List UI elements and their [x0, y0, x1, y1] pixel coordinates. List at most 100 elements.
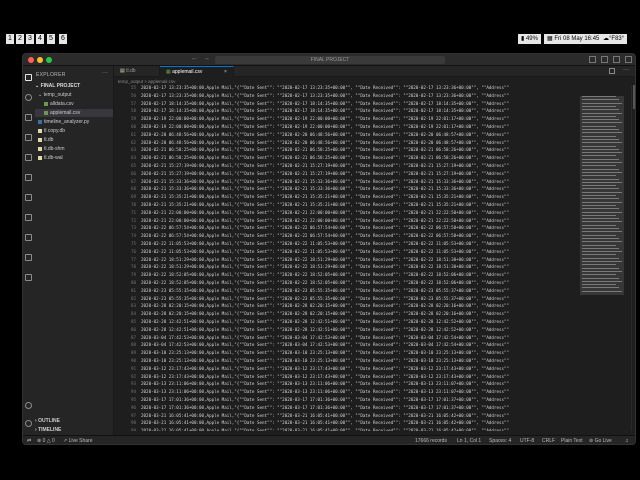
docker-icon[interactable]: [25, 214, 32, 221]
split-editor-icon[interactable]: [609, 68, 615, 74]
editor-line[interactable]: 73 2020-02-22 06:57:54+00:00,Apple Mail,"…: [114, 225, 509, 231]
editor-line[interactable]: 57 2020-02-17 18:14:35+00:00,Apple Mail,"…: [114, 101, 509, 107]
editor-line[interactable]: 56 2020-02-17 13:23:35+00:00,Apple Mail,"…: [114, 93, 509, 99]
cursor-position[interactable]: Ln 1, Col 1: [457, 438, 481, 444]
editor-line[interactable]: 88 2020-03-04 17:42:53+00:00,Apple Mail,"…: [114, 342, 509, 348]
editor-line[interactable]: 61 2020-02-20 06:48:56+00:00,Apple Mail,"…: [114, 132, 509, 138]
database-icon[interactable]: [25, 254, 32, 261]
explorer-icon[interactable]: [25, 74, 32, 81]
editor-line[interactable]: 94 2020-03-13 23:11:06+00:00,Apple Mail,"…: [114, 389, 509, 395]
editor-line[interactable]: 74 2020-02-22 06:57:54+00:00,Apple Mail,"…: [114, 233, 509, 239]
tab-applemail-csv[interactable]: ▦ applemail.csv ×: [160, 66, 234, 77]
close-icon[interactable]: ×: [224, 67, 227, 78]
editor-line[interactable]: 62 2020-02-20 06:48:56+00:00,Apple Mail,"…: [114, 140, 509, 146]
records-count[interactable]: 17666 records: [415, 438, 447, 444]
editor-line[interactable]: 97 2020-03-21 16:05:41+00:00,Apple Mail,"…: [114, 413, 509, 419]
language-mode[interactable]: Plain Text: [561, 438, 583, 444]
maximize-window-button[interactable]: [46, 57, 52, 63]
editor-line[interactable]: 81 2020-02-23 05:55:35+00:00,Apple Mail,"…: [114, 288, 509, 294]
timeline-section[interactable]: › TIMELINE: [35, 427, 61, 433]
more-actions-icon[interactable]: ···: [102, 70, 108, 76]
editor-line[interactable]: 86 2020-02-28 12:42:51+00:00,Apple Mail,"…: [114, 327, 509, 333]
editor-line[interactable]: 65 2020-02-21 15:27:19+00:00,Apple Mail,"…: [114, 163, 509, 169]
editor-line[interactable]: 84 2020-02-28 02:20:15+00:00,Apple Mail,"…: [114, 311, 509, 317]
editor-line[interactable]: 59 2020-02-19 22:00:00+00:00,Apple Mail,"…: [114, 116, 509, 122]
clock[interactable]: ▦ Fri 08 May 16:45: [544, 34, 603, 44]
forward-arrow-icon[interactable]: →: [203, 55, 210, 62]
editor-line[interactable]: 83 2020-02-28 02:20:15+00:00,Apple Mail,"…: [114, 303, 509, 309]
tree-item-tl-db[interactable]: tl.db: [38, 136, 53, 144]
go-live-button[interactable]: ⊚ Go Live: [589, 438, 612, 444]
tree-item-temp-output[interactable]: ⌄ temp_output: [38, 91, 71, 99]
editor-line[interactable]: 66 2020-02-21 15:27:19+00:00,Apple Mail,"…: [114, 171, 509, 177]
customize-layout-icon[interactable]: [625, 56, 632, 63]
live-share-button[interactable]: ↗ Live Share: [63, 438, 93, 444]
tree-item-tl-copy-db[interactable]: tl copy.db: [38, 127, 65, 135]
editor-line[interactable]: 58 2020-02-17 18:14:35+00:00,Apple Mail,"…: [114, 108, 509, 114]
editor-line[interactable]: 78 2020-02-22 18:51:29+00:00,Apple Mail,"…: [114, 264, 509, 270]
editor-line[interactable]: 70 2020-02-21 15:35:21+00:00,Apple Mail,"…: [114, 202, 509, 208]
editor-line[interactable]: 98 2020-03-21 16:05:41+00:00,Apple Mail,"…: [114, 420, 509, 426]
indentation[interactable]: Spaces: 4: [489, 438, 511, 444]
weather-widget[interactable]: ☁°F83°: [600, 34, 628, 44]
editor-line[interactable]: 77 2020-02-22 18:51:29+00:00,Apple Mail,"…: [114, 257, 509, 263]
project-root[interactable]: ⌄ FINAL PROJECT: [35, 83, 80, 89]
editor-line[interactable]: 63 2020-02-21 06:58:25+00:00,Apple Mail,"…: [114, 147, 509, 153]
outline-section[interactable]: › OUTLINE: [35, 418, 60, 424]
editor-line[interactable]: 71 2020-02-21 22:00:00+00:00,Apple Mail,"…: [114, 210, 509, 216]
search-icon[interactable]: [25, 94, 32, 101]
editor-line[interactable]: 90 2020-03-10 23:25:13+00:00,Apple Mail,"…: [114, 358, 509, 364]
workspace-3[interactable]: 3: [26, 34, 34, 44]
editor-line[interactable]: 69 2020-02-21 15:35:21+00:00,Apple Mail,"…: [114, 194, 509, 200]
testing-icon[interactable]: [25, 194, 32, 201]
tree-item-timeline-analyzer[interactable]: timeline_analyzer.py: [38, 118, 89, 126]
command-center[interactable]: FINAL PROJECT: [215, 56, 445, 64]
tree-item-applemail-csv[interactable]: applemail.csv: [35, 109, 113, 117]
editor-line[interactable]: 92 2020-03-12 23:17:43+00:00,Apple Mail,"…: [114, 374, 509, 380]
workspace-6[interactable]: 6: [59, 34, 67, 44]
editor-line[interactable]: 82 2020-02-23 05:55:35+00:00,Apple Mail,"…: [114, 296, 509, 302]
editor-line[interactable]: 89 2020-03-10 23:25:13+00:00,Apple Mail,"…: [114, 350, 509, 356]
workspace-4[interactable]: 4: [36, 34, 44, 44]
editor-line[interactable]: 80 2020-02-22 18:52:05+00:00,Apple Mail,"…: [114, 280, 509, 286]
battery-indicator[interactable]: ▮ 49%: [518, 34, 541, 44]
editor-line[interactable]: 76 2020-02-22 11:05:53+00:00,Apple Mail,"…: [114, 249, 509, 255]
editor-line[interactable]: 95 2020-03-17 17:01:36+00:00,Apple Mail,"…: [114, 397, 509, 403]
editor-line[interactable]: 91 2020-03-12 23:17:43+00:00,Apple Mail,"…: [114, 366, 509, 372]
tab-tl-db[interactable]: ▤ tl.db: [114, 66, 160, 77]
workspace-1[interactable]: 1: [6, 34, 14, 44]
problems-indicator[interactable]: ⊗ 0 △ 0: [37, 438, 55, 444]
minimap[interactable]: [580, 96, 624, 295]
editor-line[interactable]: 93 2020-03-13 23:11:06+00:00,Apple Mail,"…: [114, 381, 509, 387]
sqlite-explorer-icon[interactable]: [25, 274, 32, 281]
editor-line[interactable]: 79 2020-02-22 18:52:05+00:00,Apple Mail,"…: [114, 272, 509, 278]
editor-line[interactable]: 64 2020-02-21 06:58:25+00:00,Apple Mail,"…: [114, 155, 509, 161]
workspace-2[interactable]: 2: [16, 34, 24, 44]
editor-line[interactable]: 55 2020-02-17 13:23:35+00:00,Apple Mail,"…: [114, 85, 509, 91]
notifications-bell-icon[interactable]: ♫: [625, 438, 629, 444]
editor-line[interactable]: 75 2020-02-22 11:05:53+00:00,Apple Mail,"…: [114, 241, 509, 247]
end-of-line[interactable]: CRLF: [542, 438, 555, 444]
editor-line[interactable]: 87 2020-03-04 17:42:53+00:00,Apple Mail,"…: [114, 335, 509, 341]
tree-item-alldata-csv[interactable]: alldata.csv: [44, 100, 74, 108]
editor-line[interactable]: 60 2020-02-19 22:00:00+00:00,Apple Mail,"…: [114, 124, 509, 130]
more-actions-icon[interactable]: ···: [623, 67, 629, 73]
minimize-window-button[interactable]: [37, 57, 43, 63]
close-window-button[interactable]: [28, 57, 34, 63]
remote-explorer-icon[interactable]: [25, 174, 32, 181]
toggle-sidebar-icon[interactable]: [589, 56, 596, 63]
editor-scrollbar[interactable]: [631, 85, 635, 431]
editor-line[interactable]: 67 2020-02-21 15:33:36+00:00,Apple Mail,"…: [114, 179, 509, 185]
scrollbar-thumb[interactable]: [633, 85, 635, 109]
toggle-secondary-sidebar-icon[interactable]: [613, 56, 620, 63]
run-debug-icon[interactable]: [25, 134, 32, 141]
editor-content[interactable]: 55 2020-02-17 13:23:35+00:00,Apple Mail,"…: [114, 85, 629, 431]
encoding[interactable]: UTF-8: [520, 438, 534, 444]
remote-icon[interactable]: ⇄: [27, 438, 31, 444]
editor-line[interactable]: 72 2020-02-21 22:00:00+00:00,Apple Mail,"…: [114, 218, 509, 224]
tree-item-tl-db-wal[interactable]: tl.db-wal: [38, 154, 63, 162]
editor-line[interactable]: 68 2020-02-21 15:33:36+00:00,Apple Mail,"…: [114, 186, 509, 192]
toggle-panel-icon[interactable]: [601, 56, 608, 63]
editor-line[interactable]: 96 2020-03-17 17:01:36+00:00,Apple Mail,"…: [114, 405, 509, 411]
back-arrow-icon[interactable]: ←: [191, 55, 198, 62]
